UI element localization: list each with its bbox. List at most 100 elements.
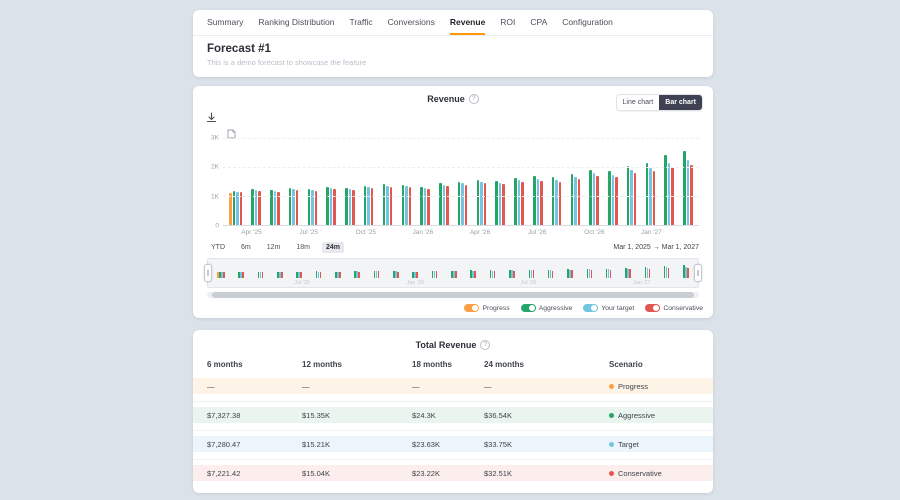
- range-button-ytd[interactable]: YTD: [207, 242, 229, 253]
- nav-bar: [320, 272, 322, 278]
- bar-your-target: [330, 188, 333, 225]
- tab-roi[interactable]: ROI: [500, 10, 515, 35]
- table-cell: $7,280.47: [207, 440, 302, 449]
- bar-group: [420, 138, 430, 225]
- navigator-scroll-thumb[interactable]: [212, 292, 694, 298]
- legend-toggle[interactable]: [645, 304, 660, 312]
- legend-item-aggressive[interactable]: Aggressive: [521, 304, 573, 312]
- nav-bar-group: [490, 263, 496, 278]
- legend-item-progress[interactable]: Progress: [464, 304, 509, 312]
- bar-your-target: [424, 188, 427, 225]
- table-cell: —: [302, 382, 412, 391]
- tab-ranking-distribution[interactable]: Ranking Distribution: [258, 10, 334, 35]
- tab-bar: Summary Ranking Distribution Traffic Conver…: [193, 10, 713, 36]
- bar-progress: [229, 193, 232, 225]
- navigator-left-handle[interactable]: [204, 264, 212, 282]
- legend-toggle[interactable]: [464, 304, 479, 312]
- x-tick-label: Jul '25: [299, 229, 318, 236]
- nav-bar-group: [238, 263, 244, 278]
- scenario-label: Target: [618, 440, 639, 449]
- scenario-dot: [609, 471, 614, 476]
- bar-group: [608, 138, 618, 225]
- bar-your-target: [461, 183, 464, 225]
- navigator-right-handle[interactable]: [694, 264, 702, 282]
- legend-toggle[interactable]: [521, 304, 536, 312]
- scenario-label: Aggressive: [618, 411, 655, 420]
- tab-cpa[interactable]: CPA: [530, 10, 547, 35]
- total-revenue-card: Total Revenue ? 6 months12 months18 mont…: [193, 330, 713, 493]
- bar-group: [326, 138, 336, 225]
- download-icon[interactable]: [206, 110, 217, 128]
- nav-bar: [281, 272, 283, 278]
- scenario-dot: [609, 413, 614, 418]
- legend-toggle[interactable]: [583, 304, 598, 312]
- table-row-target: $7,280.47$15.21K$23.63K$33.75KTarget: [193, 436, 713, 452]
- tab-configuration[interactable]: Configuration: [562, 10, 613, 35]
- range-button-18m[interactable]: 18m: [292, 242, 314, 253]
- nav-bar: [591, 270, 593, 278]
- bar-group: [383, 138, 393, 225]
- page-title: Forecast #1: [207, 43, 699, 55]
- nav-bar: [378, 271, 380, 278]
- chart-type-toggle: Line chart Bar chart: [616, 94, 703, 111]
- bar-group: [229, 138, 242, 225]
- bar-conservative: [502, 184, 505, 225]
- bar-aggressive: [589, 170, 592, 225]
- nav-bar-group: [664, 263, 670, 278]
- range-button-12m[interactable]: 12m: [263, 242, 285, 253]
- legend-item-conservative[interactable]: Conservative: [645, 304, 703, 312]
- bar-your-target: [555, 180, 558, 225]
- bar-group: [571, 138, 581, 225]
- nav-bar-group: [509, 263, 515, 278]
- bar-your-target: [518, 180, 521, 225]
- bar-conservative: [352, 190, 355, 225]
- nav-bar-group: [645, 263, 651, 278]
- bar-your-target: [593, 173, 596, 225]
- legend: Progress Aggressive Your target Conservativ…: [464, 304, 703, 312]
- nav-bar: [474, 271, 476, 278]
- table-cell: —: [412, 382, 484, 391]
- table-header: Total Revenue ?: [207, 340, 699, 350]
- tab-revenue[interactable]: Revenue: [450, 10, 485, 35]
- range-button-6m[interactable]: 6m: [237, 242, 255, 253]
- gridline: [223, 138, 699, 139]
- bar-conservative: [596, 176, 599, 225]
- help-icon[interactable]: ?: [469, 94, 479, 104]
- nav-bar-group: [374, 263, 380, 278]
- bar-group: [251, 138, 261, 225]
- nav-bar-group: [470, 263, 476, 278]
- table-cell: $23.22K: [412, 469, 484, 478]
- table-help-icon[interactable]: ?: [480, 340, 490, 350]
- bar-aggressive: [533, 176, 536, 225]
- line-chart-button[interactable]: Line chart: [617, 95, 660, 110]
- navigator-scrollbar[interactable]: [207, 292, 699, 298]
- nav-bar: [397, 272, 399, 279]
- tab-conversions[interactable]: Conversions: [388, 10, 435, 35]
- x-tick-label: Jan '27: [641, 229, 662, 236]
- table-cell: —: [207, 382, 302, 391]
- bar-group: [345, 138, 355, 225]
- scenario-label: Conservative: [618, 469, 662, 478]
- table-cell: $23.63K: [412, 440, 484, 449]
- bar-chart-button[interactable]: Bar chart: [659, 95, 702, 110]
- x-tick-label: Apr '26: [470, 229, 490, 236]
- scenario-cell: Target: [609, 440, 699, 449]
- chart-navigator[interactable]: Jul '25Jan '26Jul '26Jan '27: [207, 258, 699, 288]
- legend-item-your-target[interactable]: Your target: [583, 304, 634, 312]
- range-button-24m[interactable]: 24m: [322, 242, 344, 253]
- tab-summary[interactable]: Summary: [207, 10, 243, 35]
- bar-conservative: [615, 177, 618, 225]
- bar-aggressive: [514, 178, 517, 225]
- bar-conservative: [653, 171, 656, 225]
- nav-bar: [494, 271, 496, 278]
- bar-conservative: [333, 189, 336, 225]
- bar-aggressive: [683, 151, 686, 225]
- bar-conservative: [465, 185, 468, 225]
- scenario-cell: Conservative: [609, 469, 699, 478]
- nav-bar: [649, 269, 651, 278]
- scenario-dot: [609, 384, 614, 389]
- main-column: Summary Ranking Distribution Traffic Conver…: [193, 0, 713, 493]
- bar-group: [364, 138, 374, 225]
- nav-bar: [610, 270, 612, 278]
- tab-traffic[interactable]: Traffic: [349, 10, 372, 35]
